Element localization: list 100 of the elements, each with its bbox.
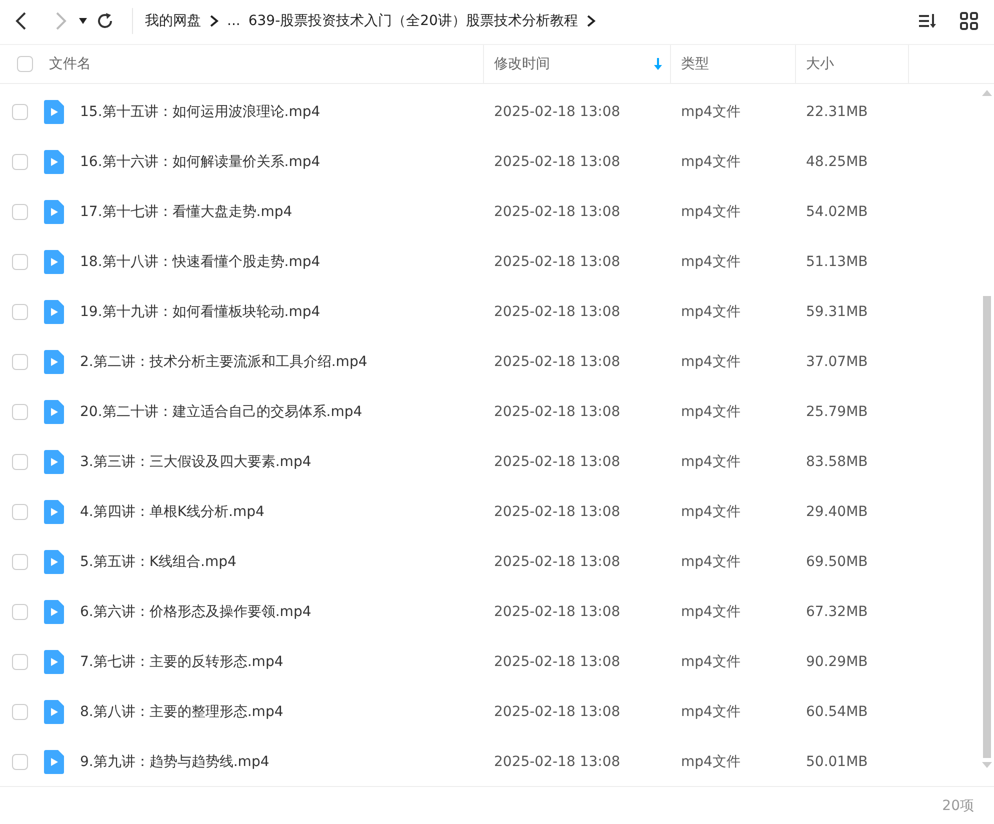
sort-icon[interactable] [918,12,938,30]
file-type: mp4文件 [680,303,742,321]
modified-time: 2025-02-18 13:08 [493,654,622,670]
file-size: 69.50MB [805,554,869,570]
file-type: mp4文件 [680,353,742,371]
file-name[interactable]: 18.第十八讲：快速看懂个股走势.mp4 [80,253,320,271]
modified-time: 2025-02-18 13:08 [493,754,622,770]
modified-time: 2025-02-18 13:08 [493,454,622,470]
file-size: 22.31MB [805,104,869,120]
back-icon[interactable] [14,11,28,31]
scrollbar-thumb[interactable] [983,296,991,758]
video-file-icon [44,600,64,624]
file-size: 37.07MB [805,354,869,370]
item-count: 20项 [942,797,974,815]
row-checkbox[interactable] [12,204,28,220]
modified-time: 2025-02-18 13:08 [493,354,622,370]
modified-time: 2025-02-18 13:08 [493,554,622,570]
file-size: 60.54MB [805,704,869,720]
modified-time: 2025-02-18 13:08 [493,154,622,170]
row-checkbox[interactable] [12,504,28,520]
video-file-icon [44,350,64,374]
column-header[interactable]: 大小 [806,55,908,73]
file-type: mp4文件 [680,703,742,721]
row-checkbox[interactable] [12,554,28,570]
file-size: 50.01MB [805,754,869,770]
file-size: 54.02MB [805,204,869,220]
file-name[interactable]: 17.第十七讲：看懂大盘走势.mp4 [80,203,292,221]
dropdown-icon[interactable] [78,17,88,25]
column-header[interactable]: 类型 [681,55,795,73]
modified-time: 2025-02-18 13:08 [493,504,622,520]
refresh-icon[interactable] [96,12,114,30]
modified-time: 2025-02-18 13:08 [493,204,622,220]
file-name[interactable]: 5.第五讲：K线组合.mp4 [80,553,236,571]
scroll-down-icon[interactable] [982,762,992,770]
video-file-icon [44,150,64,174]
modified-time: 2025-02-18 13:08 [493,254,622,270]
file-name[interactable]: 3.第三讲：三大假设及四大要素.mp4 [80,453,312,471]
file-name[interactable]: 15.第十五讲：如何运用波浪理论.mp4 [80,103,320,121]
modified-time: 2025-02-18 13:08 [493,704,622,720]
file-type: mp4文件 [680,403,742,421]
file-type: mp4文件 [680,153,742,171]
row-checkbox[interactable] [12,254,28,270]
file-type: mp4文件 [680,203,742,221]
select-all-checkbox[interactable] [17,56,33,72]
file-size: 29.40MB [805,504,869,520]
video-file-icon [44,200,64,224]
grid-view-icon[interactable] [960,12,978,30]
scroll-up-icon[interactable] [982,88,992,96]
modified-time: 2025-02-18 13:08 [493,404,622,420]
modified-time: 2025-02-18 13:08 [493,604,622,620]
video-file-icon [44,750,64,774]
file-type: mp4文件 [680,653,742,671]
row-checkbox[interactable] [12,654,28,670]
video-file-icon [44,400,64,424]
column-header[interactable]: 文件名 [49,55,483,73]
row-checkbox[interactable] [12,154,28,170]
file-name[interactable]: 6.第六讲：价格形态及操作要领.mp4 [80,603,312,621]
file-name[interactable]: 2.第二讲：技术分析主要流派和工具介绍.mp4 [80,353,368,371]
file-name[interactable]: 19.第十九讲：如何看懂板块轮动.mp4 [80,303,320,321]
row-checkbox[interactable] [12,104,28,120]
row-checkbox[interactable] [12,354,28,370]
file-size: 67.32MB [805,604,869,620]
file-type: mp4文件 [680,103,742,121]
file-size: 59.31MB [805,304,869,320]
file-type: mp4文件 [680,453,742,471]
row-checkbox[interactable] [12,754,28,770]
file-size: 83.58MB [805,454,869,470]
file-name[interactable]: 9.第九讲：趋势与趋势线.mp4 [80,753,270,771]
file-size: 51.13MB [805,254,869,270]
video-file-icon [44,650,64,674]
video-file-icon [44,700,64,724]
file-size: 90.29MB [805,654,869,670]
file-name[interactable]: 7.第七讲：主要的反转形态.mp4 [80,653,284,671]
breadcrumb-link[interactable]: 我的网盘 [145,12,201,30]
video-file-icon [44,250,64,274]
video-file-icon [44,550,64,574]
file-name[interactable]: 8.第八讲：主要的整理形态.mp4 [80,703,284,721]
video-file-icon [44,450,64,474]
modified-time: 2025-02-18 13:08 [493,304,622,320]
row-checkbox[interactable] [12,604,28,620]
file-type: mp4文件 [680,553,742,571]
breadcrumb-link[interactable]: ... [227,13,240,29]
row-checkbox[interactable] [12,304,28,320]
file-type: mp4文件 [680,253,742,271]
row-checkbox[interactable] [12,704,28,720]
column-header[interactable]: 修改时间 [494,55,654,73]
file-name[interactable]: 16.第十六讲：如何解读量价关系.mp4 [80,153,320,171]
video-file-icon [44,300,64,324]
file-name[interactable]: 20.第二十讲：建立适合自己的交易体系.mp4 [80,403,362,421]
file-size: 25.79MB [805,404,869,420]
file-type: mp4文件 [680,603,742,621]
file-type: mp4文件 [680,503,742,521]
file-type: mp4文件 [680,753,742,771]
row-checkbox[interactable] [12,404,28,420]
file-name[interactable]: 4.第四讲：单根K线分析.mp4 [80,503,264,521]
row-checkbox[interactable] [12,454,28,470]
breadcrumb-link[interactable]: 639-股票投资技术入门（全20讲）股票技术分析教程 [248,12,578,30]
video-file-icon [44,500,64,524]
file-size: 48.25MB [805,154,869,170]
video-file-icon [44,100,64,124]
